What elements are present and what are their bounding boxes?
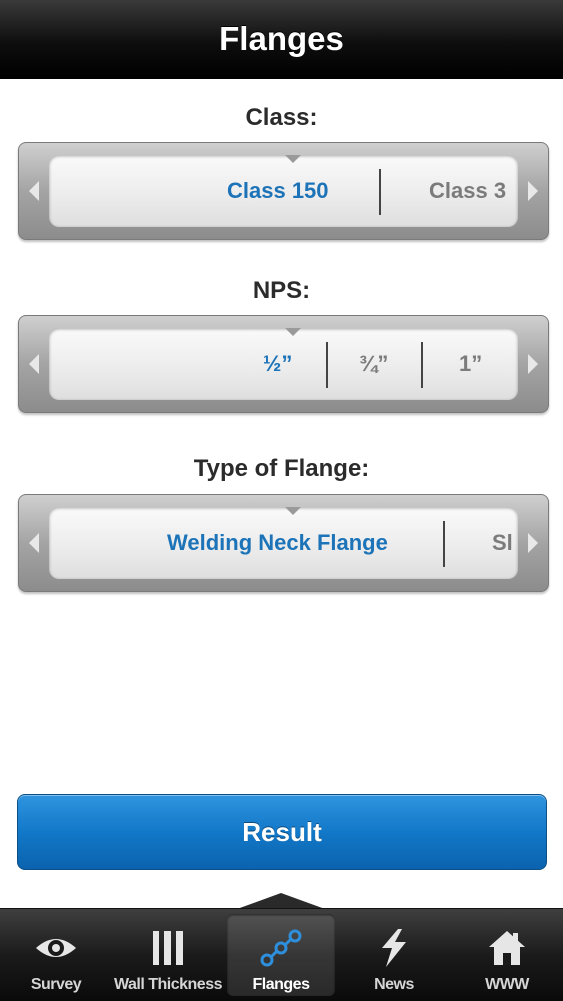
class-option-selected[interactable]: Class 150 <box>227 155 329 227</box>
flange-option-selected[interactable]: Welding Neck Flange <box>167 507 388 579</box>
eye-icon <box>34 926 78 970</box>
result-button[interactable]: Result <box>17 794 547 870</box>
home-icon <box>485 926 529 970</box>
chevron-left-icon[interactable] <box>29 533 39 553</box>
tab-label: Survey <box>30 976 82 993</box>
page-title: Flanges <box>219 20 344 57</box>
class-label: Class: <box>245 104 318 131</box>
chevron-right-icon[interactable] <box>528 181 538 201</box>
tab-label: Flanges <box>252 976 310 993</box>
chevron-left-icon[interactable] <box>29 354 39 374</box>
lightning-icon <box>372 926 416 970</box>
class-option-next[interactable]: Class 3 <box>429 155 506 227</box>
nps-label: NPS: <box>252 277 311 304</box>
tab-wall-thickness[interactable]: Wall Thickness <box>112 908 224 1000</box>
picker-separator <box>421 342 423 388</box>
nps-option-after[interactable]: 1” <box>459 328 482 400</box>
flange-option-next[interactable]: Sl <box>492 507 513 579</box>
picker-separator <box>326 342 328 388</box>
class-picker[interactable]: Class 150 Class 3 <box>18 142 549 240</box>
tabbar-notch <box>237 893 325 909</box>
nav-bar: Flanges <box>0 0 563 79</box>
chevron-right-icon[interactable] <box>528 354 538 374</box>
flange-type-label: Type of Flange: <box>193 455 370 482</box>
tab-news[interactable]: News <box>338 908 450 1000</box>
flange-type-picker[interactable]: Welding Neck Flange Sl <box>18 494 549 592</box>
chevron-left-icon[interactable] <box>29 181 39 201</box>
chevron-right-icon[interactable] <box>528 533 538 553</box>
tab-label: Wall Thickness <box>114 976 223 993</box>
tab-flanges[interactable]: Flanges <box>225 908 337 1000</box>
tab-survey[interactable]: Survey <box>0 908 112 1000</box>
picker-indicator <box>285 328 301 336</box>
tab-www[interactable]: WWW <box>451 908 563 1000</box>
flanges-icon <box>259 926 303 970</box>
nps-picker[interactable]: ½” ¾” 1” <box>18 315 549 413</box>
nps-option-next[interactable]: ¾” <box>359 328 388 400</box>
tab-label: News <box>374 976 414 993</box>
tab-label: WWW <box>485 976 529 993</box>
flange-picker-track[interactable]: Welding Neck Flange Sl <box>49 507 518 579</box>
bars-icon <box>146 926 190 970</box>
picker-separator <box>443 521 445 567</box>
class-picker-track[interactable]: Class 150 Class 3 <box>49 155 518 227</box>
picker-indicator <box>285 155 301 163</box>
picker-separator <box>379 169 381 215</box>
picker-indicator <box>285 507 301 515</box>
nps-option-selected[interactable]: ½” <box>263 328 292 400</box>
nps-picker-track[interactable]: ½” ¾” 1” <box>49 328 518 400</box>
